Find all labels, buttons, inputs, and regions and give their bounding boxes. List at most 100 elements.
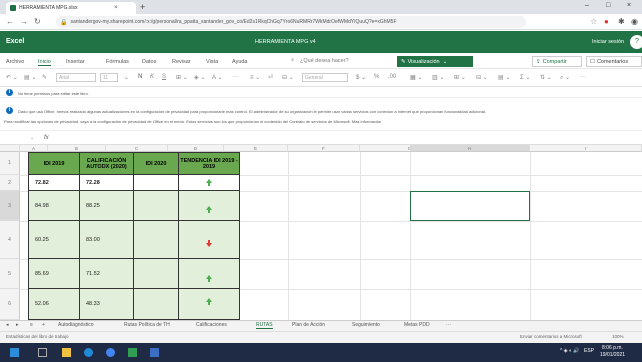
formula-input[interactable] bbox=[56, 136, 636, 144]
feedback-link[interactable]: Enviar comentarios a Microsoft bbox=[520, 334, 582, 339]
table-cell[interactable]: 52.06 bbox=[28, 288, 80, 320]
bold-icon[interactable]: N bbox=[138, 74, 142, 80]
font-grow-icon[interactable]: ⌄ bbox=[124, 74, 129, 81]
url-field[interactable]: 🔒 santandergov-my.sharepoint.com/:x:/g/p… bbox=[56, 16, 526, 28]
star-icon[interactable]: ☆ bbox=[590, 17, 597, 27]
all-sheets-icon[interactable]: ≡ bbox=[30, 322, 33, 328]
table-cell[interactable] bbox=[133, 288, 179, 320]
column-header[interactable]: A bbox=[20, 145, 48, 152]
search-icon[interactable] bbox=[38, 348, 47, 357]
sort-filter-icon[interactable]: ⇅ ⌄ bbox=[540, 74, 552, 81]
minimize-button[interactable]: – bbox=[585, 2, 589, 9]
sheet-tab-seguimiento[interactable]: Seguimiento bbox=[352, 322, 380, 328]
column-header[interactable]: E bbox=[224, 145, 288, 152]
comma-icon[interactable]: ,00 bbox=[388, 74, 396, 80]
font-color-icon[interactable]: A ⌄ bbox=[212, 74, 222, 81]
close-window-button[interactable]: × bbox=[627, 2, 631, 9]
italic-icon[interactable]: K bbox=[150, 74, 154, 80]
table-header-calificacion[interactable]: CALIFICACIÓN AUTODX (2020) bbox=[79, 152, 134, 175]
fx-icon[interactable]: fx bbox=[44, 135, 49, 141]
reload-icon[interactable]: ↻ bbox=[34, 17, 41, 27]
back-icon[interactable]: ← bbox=[6, 17, 14, 27]
tab-archivo[interactable]: Archivo bbox=[6, 59, 24, 65]
trend-cell[interactable] bbox=[178, 174, 240, 191]
table-cell[interactable]: 48.33 bbox=[79, 288, 134, 320]
row-header[interactable]: 2 bbox=[0, 175, 20, 191]
tab-revisar[interactable]: Revisar bbox=[172, 59, 191, 65]
more-icon[interactable]: ··· bbox=[232, 74, 238, 80]
format-painter-icon[interactable]: ✎ bbox=[42, 74, 47, 81]
table-cell[interactable] bbox=[133, 190, 179, 221]
undo-icon[interactable]: ↶ ⌄ bbox=[6, 74, 18, 81]
table-cell[interactable] bbox=[133, 220, 179, 259]
tell-me-search[interactable]: ¿Qué desea hacer? bbox=[300, 58, 349, 64]
table-cell[interactable] bbox=[133, 258, 179, 289]
windows-start-icon[interactable] bbox=[10, 348, 19, 357]
browser-tab[interactable]: HERRAMIENTA MPG.xlsx × bbox=[6, 2, 136, 14]
sheet-tab-metas-pdd[interactable]: Metas PDD bbox=[404, 322, 430, 328]
name-box-dropdown-icon[interactable]: ⌄ bbox=[30, 135, 34, 141]
row-header[interactable]: 3 bbox=[0, 191, 20, 221]
underline-icon[interactable]: S bbox=[162, 74, 166, 80]
table-cell[interactable]: 71.52 bbox=[79, 258, 134, 289]
sign-in-link[interactable]: Iniciar sesión bbox=[592, 39, 624, 45]
tab-vista[interactable]: Vista bbox=[206, 59, 218, 65]
tray-icons[interactable]: ^ ◈ ◐ 🔊 bbox=[560, 348, 580, 354]
currency-icon[interactable]: $ ⌄ bbox=[356, 74, 366, 81]
delete-cells-icon[interactable]: ⊟ ⌄ bbox=[476, 74, 488, 81]
avatar[interactable]: ? bbox=[630, 35, 642, 49]
find-icon[interactable]: ⌕ ⌄ bbox=[560, 74, 570, 82]
close-tab-icon[interactable]: × bbox=[114, 5, 118, 11]
edge-icon[interactable] bbox=[84, 348, 93, 357]
trend-cell[interactable] bbox=[178, 190, 240, 221]
tab-formulas[interactable]: Fórmulas bbox=[106, 59, 129, 65]
zoom-level[interactable]: 100% bbox=[612, 334, 624, 339]
sheet-tab-rutas-politica[interactable]: Rutas Política de TH bbox=[124, 322, 170, 328]
column-header[interactable]: I bbox=[530, 145, 642, 152]
profile-icon[interactable]: ◉ bbox=[631, 17, 638, 27]
row-header[interactable]: 4 bbox=[0, 221, 20, 259]
sheet-scroll-right-icon[interactable]: ▸ bbox=[16, 322, 19, 328]
wrap-text-icon[interactable]: ⏎ bbox=[268, 74, 273, 81]
selected-cell[interactable] bbox=[410, 191, 530, 221]
format-cells-icon[interactable]: ▤ ⌄ bbox=[498, 74, 510, 81]
borders-icon[interactable]: ⊞ ⌄ bbox=[176, 74, 188, 81]
insert-cells-icon[interactable]: ⊞ ⌄ bbox=[454, 74, 466, 81]
paste-icon[interactable]: ▤ ⌄ bbox=[24, 74, 36, 81]
excel-brand[interactable]: Excel bbox=[6, 38, 24, 45]
extension-icon[interactable]: ● bbox=[604, 17, 609, 27]
table-cell[interactable]: 85.69 bbox=[28, 258, 80, 289]
sheet-more-icon[interactable]: ··· bbox=[446, 322, 451, 328]
chrome-icon[interactable] bbox=[106, 348, 115, 357]
app-icon[interactable] bbox=[150, 348, 159, 357]
trend-cell[interactable] bbox=[178, 288, 240, 320]
forward-icon[interactable]: → bbox=[20, 17, 28, 27]
format-table-icon[interactable]: ▥ ⌄ bbox=[432, 74, 444, 81]
row-header[interactable]: 6 bbox=[0, 289, 20, 320]
table-cell[interactable]: 84.98 bbox=[28, 190, 80, 221]
autosum-icon[interactable]: Σ ⌄ bbox=[520, 74, 530, 81]
comments-button[interactable]: ☐ Comentarios bbox=[586, 56, 642, 67]
table-cell[interactable]: 60.25 bbox=[28, 220, 80, 259]
tab-inicio[interactable]: Inicio bbox=[38, 59, 51, 66]
more-options-icon[interactable]: ··· bbox=[580, 74, 586, 80]
table-header-idi-2020[interactable]: IDI 2020 bbox=[133, 152, 179, 175]
view-mode-button[interactable]: ✎ Visualización ⌄ bbox=[397, 56, 473, 67]
table-cell[interactable]: 88.25 bbox=[79, 190, 134, 221]
document-title[interactable]: HERRAMIENTA MPG v4 bbox=[255, 39, 316, 45]
tab-datos[interactable]: Datos bbox=[142, 59, 156, 65]
percent-icon[interactable]: % bbox=[374, 74, 379, 80]
font-size-select[interactable]: 11 bbox=[100, 73, 118, 82]
table-cell[interactable] bbox=[133, 174, 179, 191]
clock-date[interactable]: 19/01/2021 bbox=[600, 352, 625, 358]
trend-cell[interactable] bbox=[178, 258, 240, 289]
table-cell[interactable]: 72.82 bbox=[28, 174, 80, 191]
row-header[interactable]: 1 bbox=[0, 152, 20, 175]
fill-color-icon[interactable]: ◈ ⌄ bbox=[194, 74, 205, 81]
sheet-tab-calificaciones[interactable]: Calificaciones bbox=[196, 322, 227, 328]
merge-icon[interactable]: ⊟ ⌄ bbox=[282, 74, 294, 81]
workbook-statistics[interactable]: Estadísticas del libro de trabajo bbox=[6, 334, 69, 339]
sheet-scroll-left-icon[interactable]: ◂ bbox=[6, 322, 9, 328]
column-header[interactable]: H bbox=[410, 145, 530, 152]
table-header-tendencia[interactable]: TENDENCIA IDI 2019 - 2019 bbox=[178, 152, 240, 175]
